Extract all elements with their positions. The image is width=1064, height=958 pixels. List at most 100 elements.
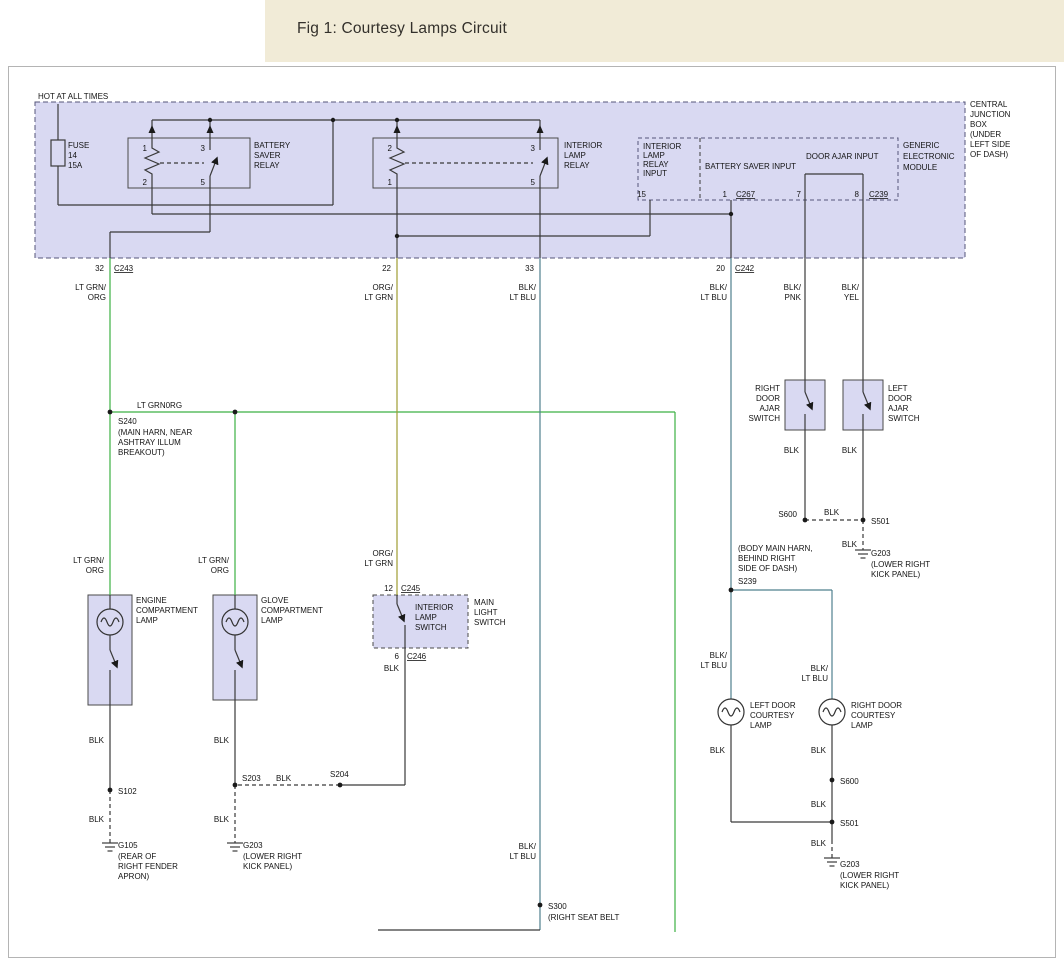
- ground-g203-label: G203: [871, 549, 891, 558]
- bsr-pin: 1: [143, 144, 148, 153]
- wire-label: LT GRN/: [73, 556, 105, 565]
- splice-s300-label: S300: [548, 902, 567, 911]
- right-ajar-name: SWITCH: [748, 414, 780, 423]
- left-courtesy-name: LAMP: [750, 721, 772, 730]
- wire-label: BLK/: [710, 651, 728, 660]
- lamp-bulb-icon: [819, 699, 845, 725]
- splice-s239-note: BEHIND RIGHT: [738, 554, 795, 563]
- splice-s239: [729, 588, 734, 593]
- ground-g203-label: G203: [243, 841, 263, 850]
- wire-label: BLK: [784, 446, 800, 455]
- wire-label: LT BLU: [701, 293, 728, 302]
- cjb-name-line: LEFT SIDE: [970, 140, 1010, 149]
- gem-pin-7: 7: [797, 190, 802, 199]
- ground-g203-note: KICK PANEL): [243, 862, 293, 871]
- lamp-bulb-icon: [718, 699, 744, 725]
- ilr-name-line: LAMP: [564, 151, 586, 160]
- out-pin-32: 32: [95, 264, 104, 273]
- ground-g105-note: APRON): [118, 872, 149, 881]
- left-ajar-name: SWITCH: [888, 414, 920, 423]
- splice-s204-label: S204: [330, 770, 349, 779]
- left-courtesy-name: LEFT DOOR: [750, 701, 796, 710]
- cjb-name-line: OF DASH): [970, 150, 1009, 159]
- wire-label: BLK: [811, 800, 827, 809]
- bsr-pin: 5: [201, 178, 206, 187]
- cjb-name-line: BOX: [970, 120, 988, 129]
- ilr-pin: 3: [531, 144, 536, 153]
- bsr-name-line: RELAY: [254, 161, 280, 170]
- wire-label: BLK/: [710, 283, 728, 292]
- wire-label: BLK/: [519, 842, 537, 851]
- out-pin-33: 33: [525, 264, 534, 273]
- wire-label: BLK: [710, 746, 726, 755]
- gem-name-line: GENERIC: [903, 141, 940, 150]
- out-pin-22: 22: [382, 264, 391, 273]
- glove-lamp-name: LAMP: [261, 616, 283, 625]
- gem-input-ilr-line: INPUT: [643, 169, 667, 178]
- wire-label: LT GRN/: [198, 556, 230, 565]
- splice-s600-label: S600: [840, 777, 859, 786]
- interior-switch-name: LAMP: [415, 613, 437, 622]
- gem-input-ilr-line: INTERIOR: [643, 142, 681, 151]
- connector-c245: C245: [401, 584, 421, 593]
- wire-label: PNK: [785, 293, 802, 302]
- right-courtesy-name: COURTESY: [851, 711, 896, 720]
- engine-lamp-name: COMPARTMENT: [136, 606, 198, 615]
- hot-at-all-times-label: HOT AT ALL TIMES: [38, 92, 108, 101]
- wire-label: BLK: [214, 736, 230, 745]
- out-pin-20: 20: [716, 264, 725, 273]
- right-ajar-name: DOOR: [756, 394, 780, 403]
- splice-s300-note: (RIGHT SEAT BELT: [548, 913, 620, 922]
- wire-label: BLK/: [519, 283, 537, 292]
- ground-g203-label: G203: [840, 860, 860, 869]
- connector-c267: C267: [736, 190, 756, 199]
- splice-s204: [338, 783, 343, 788]
- gem-input-ilr-line: LAMP: [643, 151, 665, 160]
- ground-g203-door-ajar: [855, 550, 871, 558]
- main-light-switch-name: LIGHT: [474, 608, 498, 617]
- switch-pin-12: 12: [384, 584, 393, 593]
- main-light-switch-name: MAIN: [474, 598, 494, 607]
- engine-lamp-name: LAMP: [136, 616, 158, 625]
- gem-name-line: ELECTRONIC: [903, 152, 955, 161]
- bsr-pin: 2: [143, 178, 148, 187]
- left-ajar-name: LEFT: [888, 384, 908, 393]
- interior-switch-name: SWITCH: [415, 623, 447, 632]
- gem-input-battery-saver: BATTERY SAVER INPUT: [705, 162, 796, 171]
- fuse-rating: 15A: [68, 161, 83, 170]
- right-ajar-name: AJAR: [760, 404, 781, 413]
- fuse-number: 14: [68, 151, 77, 160]
- ground-g203-note: (LOWER RIGHT: [840, 871, 899, 880]
- splice-s102-label: S102: [118, 787, 137, 796]
- gem-input-door-ajar: DOOR AJAR INPUT: [806, 152, 879, 161]
- switch-pin-6: 6: [395, 652, 400, 661]
- wire-label: BLK: [824, 508, 840, 517]
- wire-label: ORG/: [373, 283, 394, 292]
- splice-s300: [538, 903, 543, 908]
- ilr-pin: 1: [388, 178, 393, 187]
- wire-label: BLK: [842, 446, 858, 455]
- green-branch-label: LT GRN0RG: [137, 401, 182, 410]
- fuse-label: FUSE: [68, 141, 89, 150]
- main-light-switch-name: SWITCH: [474, 618, 506, 627]
- cjb-name-line: JUNCTION: [970, 110, 1011, 119]
- splice-s203: [233, 783, 238, 788]
- ilr-pin: 2: [388, 144, 393, 153]
- cjb-name-line: (UNDER: [970, 130, 1001, 139]
- splice-s501: [861, 518, 866, 523]
- wire-label: LT GRN: [364, 559, 393, 568]
- left-ajar-name: DOOR: [888, 394, 912, 403]
- bsr-name-line: BATTERY: [254, 141, 291, 150]
- splice-s600-label: S600: [778, 510, 797, 519]
- wire-label: ORG/: [373, 549, 394, 558]
- splice-s501-label: S501: [871, 517, 890, 526]
- wire-blk-lt-blu: [540, 258, 832, 930]
- left-courtesy-name: COURTESY: [750, 711, 795, 720]
- right-ajar-name: RIGHT: [755, 384, 780, 393]
- left-ajar-name: AJAR: [888, 404, 909, 413]
- wire-label: BLK: [384, 664, 400, 673]
- wire-label: BLK/: [842, 283, 860, 292]
- wire-label: LT BLU: [510, 852, 537, 861]
- connector-c239: C239: [869, 190, 889, 199]
- wire-label: YEL: [844, 293, 860, 302]
